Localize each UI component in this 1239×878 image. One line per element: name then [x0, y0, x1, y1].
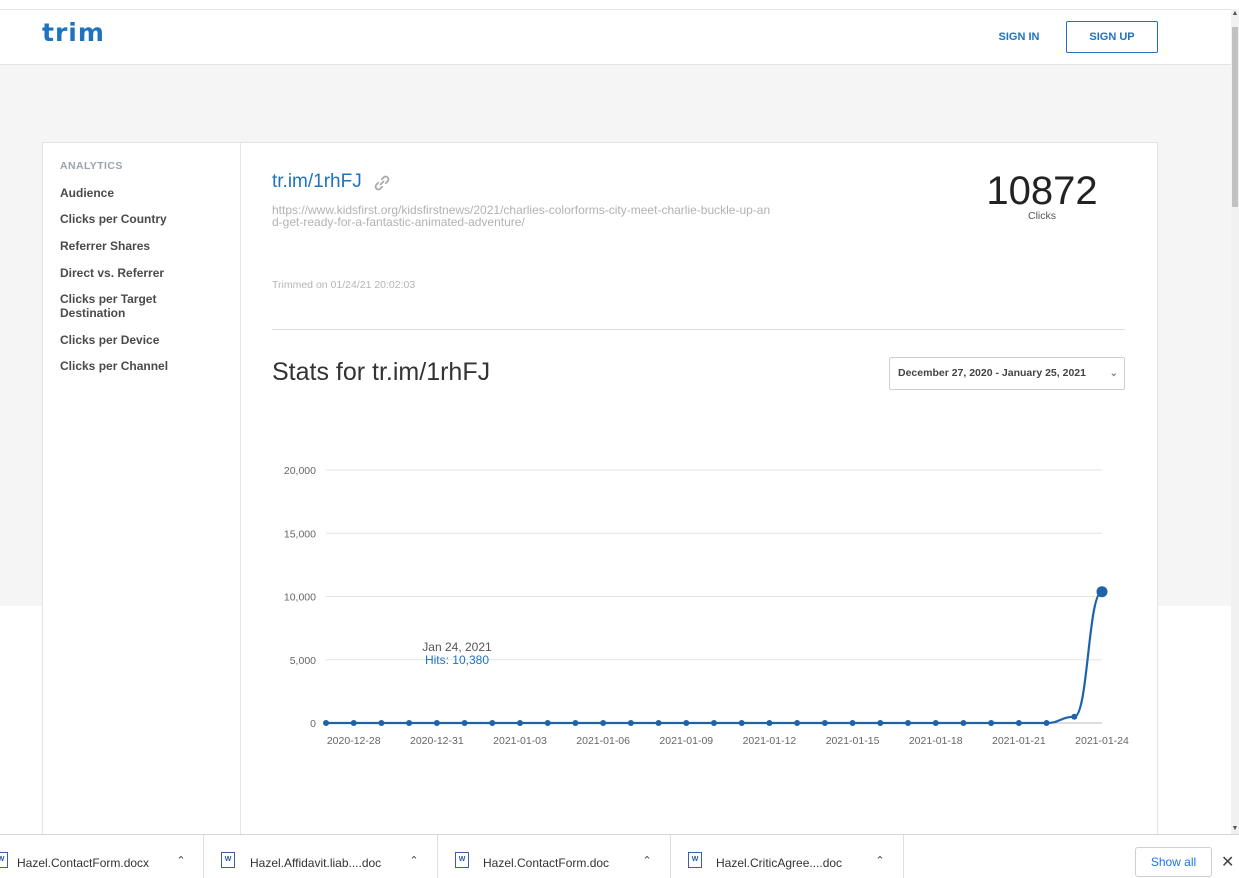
chevron-up-icon[interactable]: ⌃: [407, 854, 421, 868]
trim-logo[interactable]: trim: [42, 18, 105, 47]
downloads-bar: W Hazel.ContactForm.docx ⌃ W Hazel.Affid…: [0, 834, 1239, 878]
sidebar-item-audience[interactable]: Audience: [60, 186, 230, 200]
download-item[interactable]: W Hazel.CriticAgree....doc ⌃: [671, 835, 904, 878]
clicks-label: Clicks: [1028, 210, 1056, 222]
scroll-up-arrow-icon[interactable]: ▲: [1231, 9, 1239, 19]
stats-title: Stats for tr.im/1rhFJ: [272, 358, 491, 386]
sidebar-item-clicks-per-target-destination[interactable]: Clicks per Target Destination: [60, 292, 180, 320]
date-range-picker[interactable]: December 27, 2020 - January 25, 2021 ⌄: [889, 357, 1125, 390]
site-header: trim SIGN IN SIGN UP: [0, 10, 1231, 65]
download-item[interactable]: W Hazel.ContactForm.doc ⌃: [438, 835, 671, 878]
browser-viewport: trim SIGN IN SIGN UP ANALYTICS Audience …: [0, 0, 1231, 834]
vertical-scrollbar[interactable]: ▲ ▼: [1231, 9, 1239, 834]
sidebar-item-clicks-per-channel[interactable]: Clicks per Channel: [60, 359, 230, 373]
tooltip-hits: Hits: 10,380: [424, 653, 490, 667]
show-all-button[interactable]: Show all: [1135, 847, 1212, 877]
scroll-down-arrow-icon[interactable]: ▼: [1231, 824, 1239, 834]
trimmed-date: Trimmed on 01/24/21 20:02:03: [272, 279, 416, 291]
download-filename: Hazel.Affidavit.liab....doc: [250, 856, 382, 870]
chevron-up-icon[interactable]: ⌃: [873, 854, 887, 868]
chevron-down-icon: ⌄: [1109, 368, 1118, 379]
section-divider: [272, 329, 1125, 330]
sidebar-item-clicks-per-device[interactable]: Clicks per Device: [60, 333, 230, 347]
tooltip-date: Jan 24, 2021: [422, 640, 492, 654]
close-icon[interactable]: ✕: [1221, 852, 1234, 872]
word-doc-icon: W: [455, 852, 469, 868]
chevron-up-icon[interactable]: ⌃: [640, 854, 654, 868]
short-url-link[interactable]: tr.im/1rhFJ: [272, 171, 362, 193]
word-doc-icon: W: [688, 852, 702, 868]
total-clicks: 10872: [986, 169, 1098, 213]
sidebar-item-clicks-per-country[interactable]: Clicks per Country: [60, 212, 230, 226]
word-doc-icon: W: [0, 852, 8, 868]
sign-up-button[interactable]: SIGN UP: [1066, 21, 1158, 53]
scrollbar-thumb[interactable]: [1232, 27, 1238, 207]
download-filename: Hazel.ContactForm.docx: [17, 856, 150, 870]
download-filename: Hazel.ContactForm.doc: [483, 856, 610, 870]
download-filename: Hazel.CriticAgree....doc: [716, 856, 843, 870]
download-item[interactable]: W Hazel.Affidavit.liab....doc ⌃: [204, 835, 438, 878]
link-icon[interactable]: [372, 173, 392, 193]
sign-in-link[interactable]: SIGN IN: [990, 21, 1048, 53]
analytics-main: tr.im/1rhFJ https://www.kidsfirst.org/ki…: [242, 143, 1157, 834]
long-url[interactable]: https://www.kidsfirst.org/kidsfirstnews/…: [272, 204, 772, 228]
sidebar-title: ANALYTICS: [60, 160, 123, 172]
word-doc-icon: W: [221, 852, 235, 868]
date-range-value: December 27, 2020 - January 25, 2021: [898, 367, 1086, 379]
analytics-sidebar: ANALYTICS Audience Clicks per Country Re…: [43, 143, 241, 834]
analytics-card: ANALYTICS Audience Clicks per Country Re…: [42, 142, 1158, 834]
sidebar-item-referrer-shares[interactable]: Referrer Shares: [60, 239, 230, 253]
sidebar-item-direct-vs-referrer[interactable]: Direct vs. Referrer: [60, 266, 230, 280]
chevron-up-icon[interactable]: ⌃: [174, 854, 188, 868]
download-item[interactable]: W Hazel.ContactForm.docx ⌃: [0, 835, 204, 878]
